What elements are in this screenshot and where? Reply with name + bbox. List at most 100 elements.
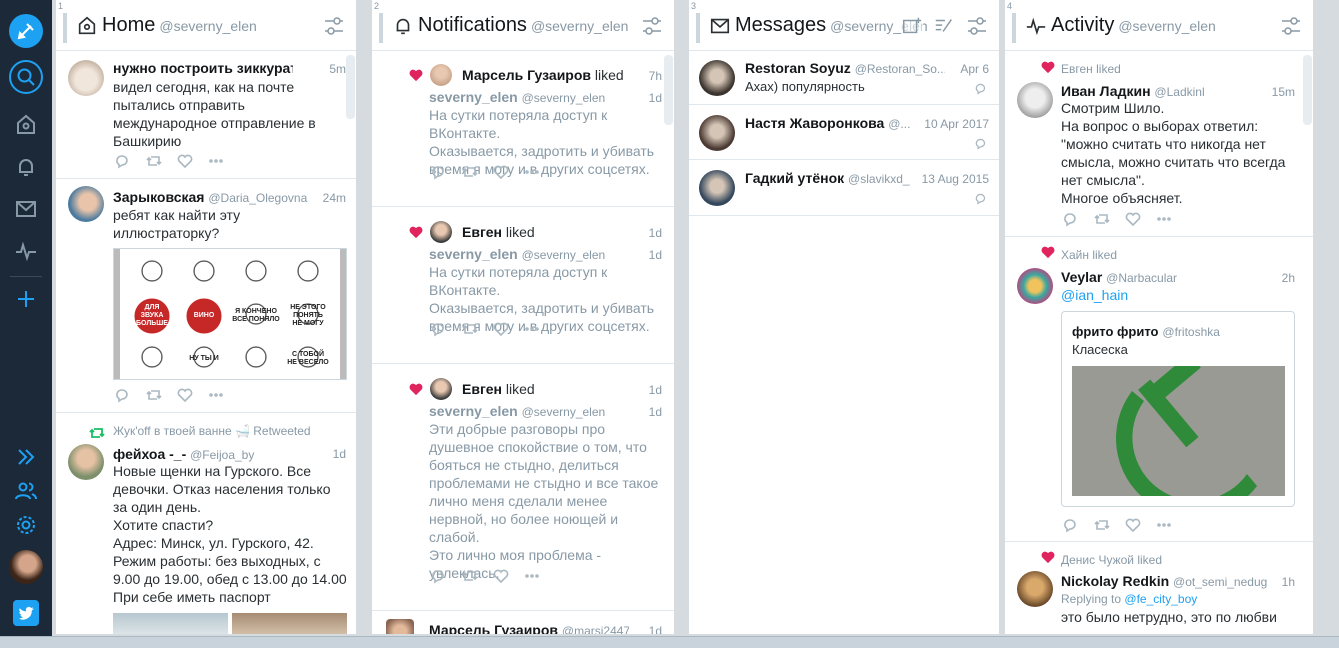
like-icon[interactable] xyxy=(493,164,509,180)
tweet-time[interactable]: 1d xyxy=(649,91,662,105)
avatar[interactable] xyxy=(1017,571,1053,607)
column-options-button[interactable] xyxy=(640,14,664,38)
twitter-logo-icon[interactable] xyxy=(13,600,39,626)
tweet-author-name[interactable]: нужно построить зиккурат ... xyxy=(113,60,293,76)
tweet-author-name[interactable]: Марсель Гузаиров xyxy=(429,622,558,634)
like-icon[interactable] xyxy=(1125,517,1141,533)
mark-read-button[interactable] xyxy=(933,15,955,37)
tweet[interactable]: Жук'off в твоей ванне 🛁 Retweeted фейхоа… xyxy=(56,414,356,634)
tweet-time[interactable]: 24m xyxy=(323,191,346,205)
tweet-author-handle[interactable]: @severny_elen xyxy=(522,405,606,419)
compose-button[interactable] xyxy=(9,14,43,48)
tweet-author-name[interactable]: фейхоа -_- xyxy=(113,446,186,462)
activity-item[interactable]: Хайн liked Veylar @Narbacular 2h @ian_ha… xyxy=(1005,238,1313,542)
drag-handle[interactable] xyxy=(63,13,67,43)
reply-icon[interactable] xyxy=(114,153,130,169)
drag-handle[interactable] xyxy=(1012,13,1016,43)
conversation-item[interactable]: Настя Жаворонкова @... 10 Apr 2017 xyxy=(689,106,999,160)
nav-activity-button[interactable] xyxy=(9,234,43,268)
conversation-name[interactable]: Гадкий утёнок xyxy=(745,170,844,186)
conversation-handle[interactable]: @slavikxd_ xyxy=(848,172,910,186)
avatar[interactable] xyxy=(1017,82,1053,118)
conversation-handle[interactable]: @Restoran_So... xyxy=(855,62,945,76)
like-icon[interactable] xyxy=(493,321,509,337)
like-context[interactable]: Хайн liked xyxy=(1061,248,1117,262)
avatar[interactable] xyxy=(699,115,735,151)
avatar[interactable] xyxy=(699,60,735,96)
like-icon[interactable] xyxy=(177,387,193,403)
add-column-button[interactable] xyxy=(9,282,43,316)
avatar[interactable] xyxy=(68,60,104,96)
quoted-author-name[interactable]: фрито фрито xyxy=(1072,324,1159,339)
drag-handle[interactable] xyxy=(696,13,700,43)
notification-item[interactable]: Евген liked 1d severny_elen @severny_ele… xyxy=(372,208,674,364)
tweet-time[interactable]: 2h xyxy=(1282,271,1295,285)
avatar[interactable] xyxy=(386,619,414,634)
tweet-time[interactable]: 1h xyxy=(1282,575,1295,589)
tweet[interactable]: нужно построить зиккурат ... 5m видел се… xyxy=(56,51,356,179)
liker-name[interactable]: Евген xyxy=(462,224,502,240)
tweet-time[interactable]: 1d xyxy=(649,248,662,262)
tweet-author-handle[interactable]: @Daria_Olegovna xyxy=(208,191,307,205)
retweet-icon[interactable] xyxy=(146,387,162,403)
like-icon[interactable] xyxy=(177,153,193,169)
like-context[interactable]: Денис Чужой liked xyxy=(1061,553,1162,567)
tweet-time[interactable]: 1d xyxy=(649,405,662,419)
column-options-button[interactable] xyxy=(322,14,346,38)
search-button[interactable] xyxy=(9,60,43,94)
avatar[interactable] xyxy=(699,170,735,206)
tweet-author-name[interactable]: severny_elen xyxy=(429,89,518,105)
liker-name[interactable]: Марсель Гузаиров xyxy=(462,67,591,83)
reply-to-link[interactable]: @fe_city_boy xyxy=(1124,592,1197,606)
avatar[interactable] xyxy=(430,64,452,86)
tweet-author-handle[interactable]: @Feijoa_by xyxy=(190,448,254,462)
notification-item[interactable]: Марсель Гузаиров liked 7h severny_elen @… xyxy=(372,51,674,207)
new-message-button[interactable] xyxy=(901,15,923,37)
reply-icon[interactable] xyxy=(430,321,446,337)
tweet-author-name[interactable]: Nickolay Redkin xyxy=(1061,573,1169,589)
account-avatar[interactable] xyxy=(9,550,43,584)
mention-link[interactable]: @ian_hain xyxy=(1061,286,1128,304)
notification-time[interactable]: 7h xyxy=(649,69,662,83)
retweet-icon[interactable] xyxy=(1094,211,1110,227)
reply-icon[interactable] xyxy=(430,568,446,584)
nav-home-button[interactable] xyxy=(9,108,43,142)
tweet-author-name[interactable]: severny_elen xyxy=(429,246,518,262)
tweet-author-name[interactable]: Veylar xyxy=(1061,269,1102,285)
conversation-handle[interactable]: @... xyxy=(888,117,910,131)
conversation-name[interactable]: Настя Жаворонкова xyxy=(745,115,884,131)
accounts-button[interactable] xyxy=(9,474,43,508)
column-options-button[interactable] xyxy=(1279,14,1303,38)
conversation-item[interactable]: Гадкий утёнок @slavikxd_ 13 Aug 2015 xyxy=(689,161,999,216)
tweet-time[interactable]: 1d xyxy=(333,447,346,461)
liker-name[interactable]: Евген xyxy=(462,381,502,397)
more-icon[interactable] xyxy=(208,153,224,169)
avatar[interactable] xyxy=(68,186,104,222)
quoted-author-handle[interactable]: @fritoshka xyxy=(1162,325,1220,339)
expand-button[interactable] xyxy=(9,440,43,474)
retweet-icon[interactable] xyxy=(1094,517,1110,533)
more-icon[interactable] xyxy=(524,321,540,337)
nav-notifications-button[interactable] xyxy=(9,150,43,184)
avatar[interactable] xyxy=(430,221,452,243)
like-icon[interactable] xyxy=(1125,211,1141,227)
column-options-button[interactable] xyxy=(965,14,989,38)
conversation-time[interactable]: 13 Aug 2015 xyxy=(922,172,989,186)
nav-messages-button[interactable] xyxy=(9,192,43,226)
like-icon[interactable] xyxy=(493,568,509,584)
tweet-author-name[interactable]: Иван Ладкин xyxy=(1061,83,1151,99)
more-icon[interactable] xyxy=(208,387,224,403)
reply-icon[interactable] xyxy=(114,387,130,403)
tweet[interactable]: Зарыковская @Daria_Olegovna 24m ребят ка… xyxy=(56,180,356,413)
activity-item[interactable]: Евген liked Иван Ладкин @Ladkinl 15m Смо… xyxy=(1005,51,1313,237)
quoted-media[interactable] xyxy=(1072,366,1285,496)
tweet-media[interactable]: ДЛЯ ЗВУКА БОЛЬШЕ ВИНО Я КОНЧЕНО ВСЕ ПОНЯЛО… xyxy=(113,248,347,380)
more-icon[interactable] xyxy=(524,568,540,584)
conversation-time[interactable]: 10 Apr 2017 xyxy=(924,117,989,131)
conversation-name[interactable]: Restoran Soyuz xyxy=(745,60,851,76)
avatar[interactable] xyxy=(68,444,104,480)
tweet-author-name[interactable]: severny_elen xyxy=(429,403,518,419)
tweet-time[interactable]: 1d xyxy=(649,624,662,634)
retweet-icon[interactable] xyxy=(462,568,478,584)
more-icon[interactable] xyxy=(1156,517,1172,533)
